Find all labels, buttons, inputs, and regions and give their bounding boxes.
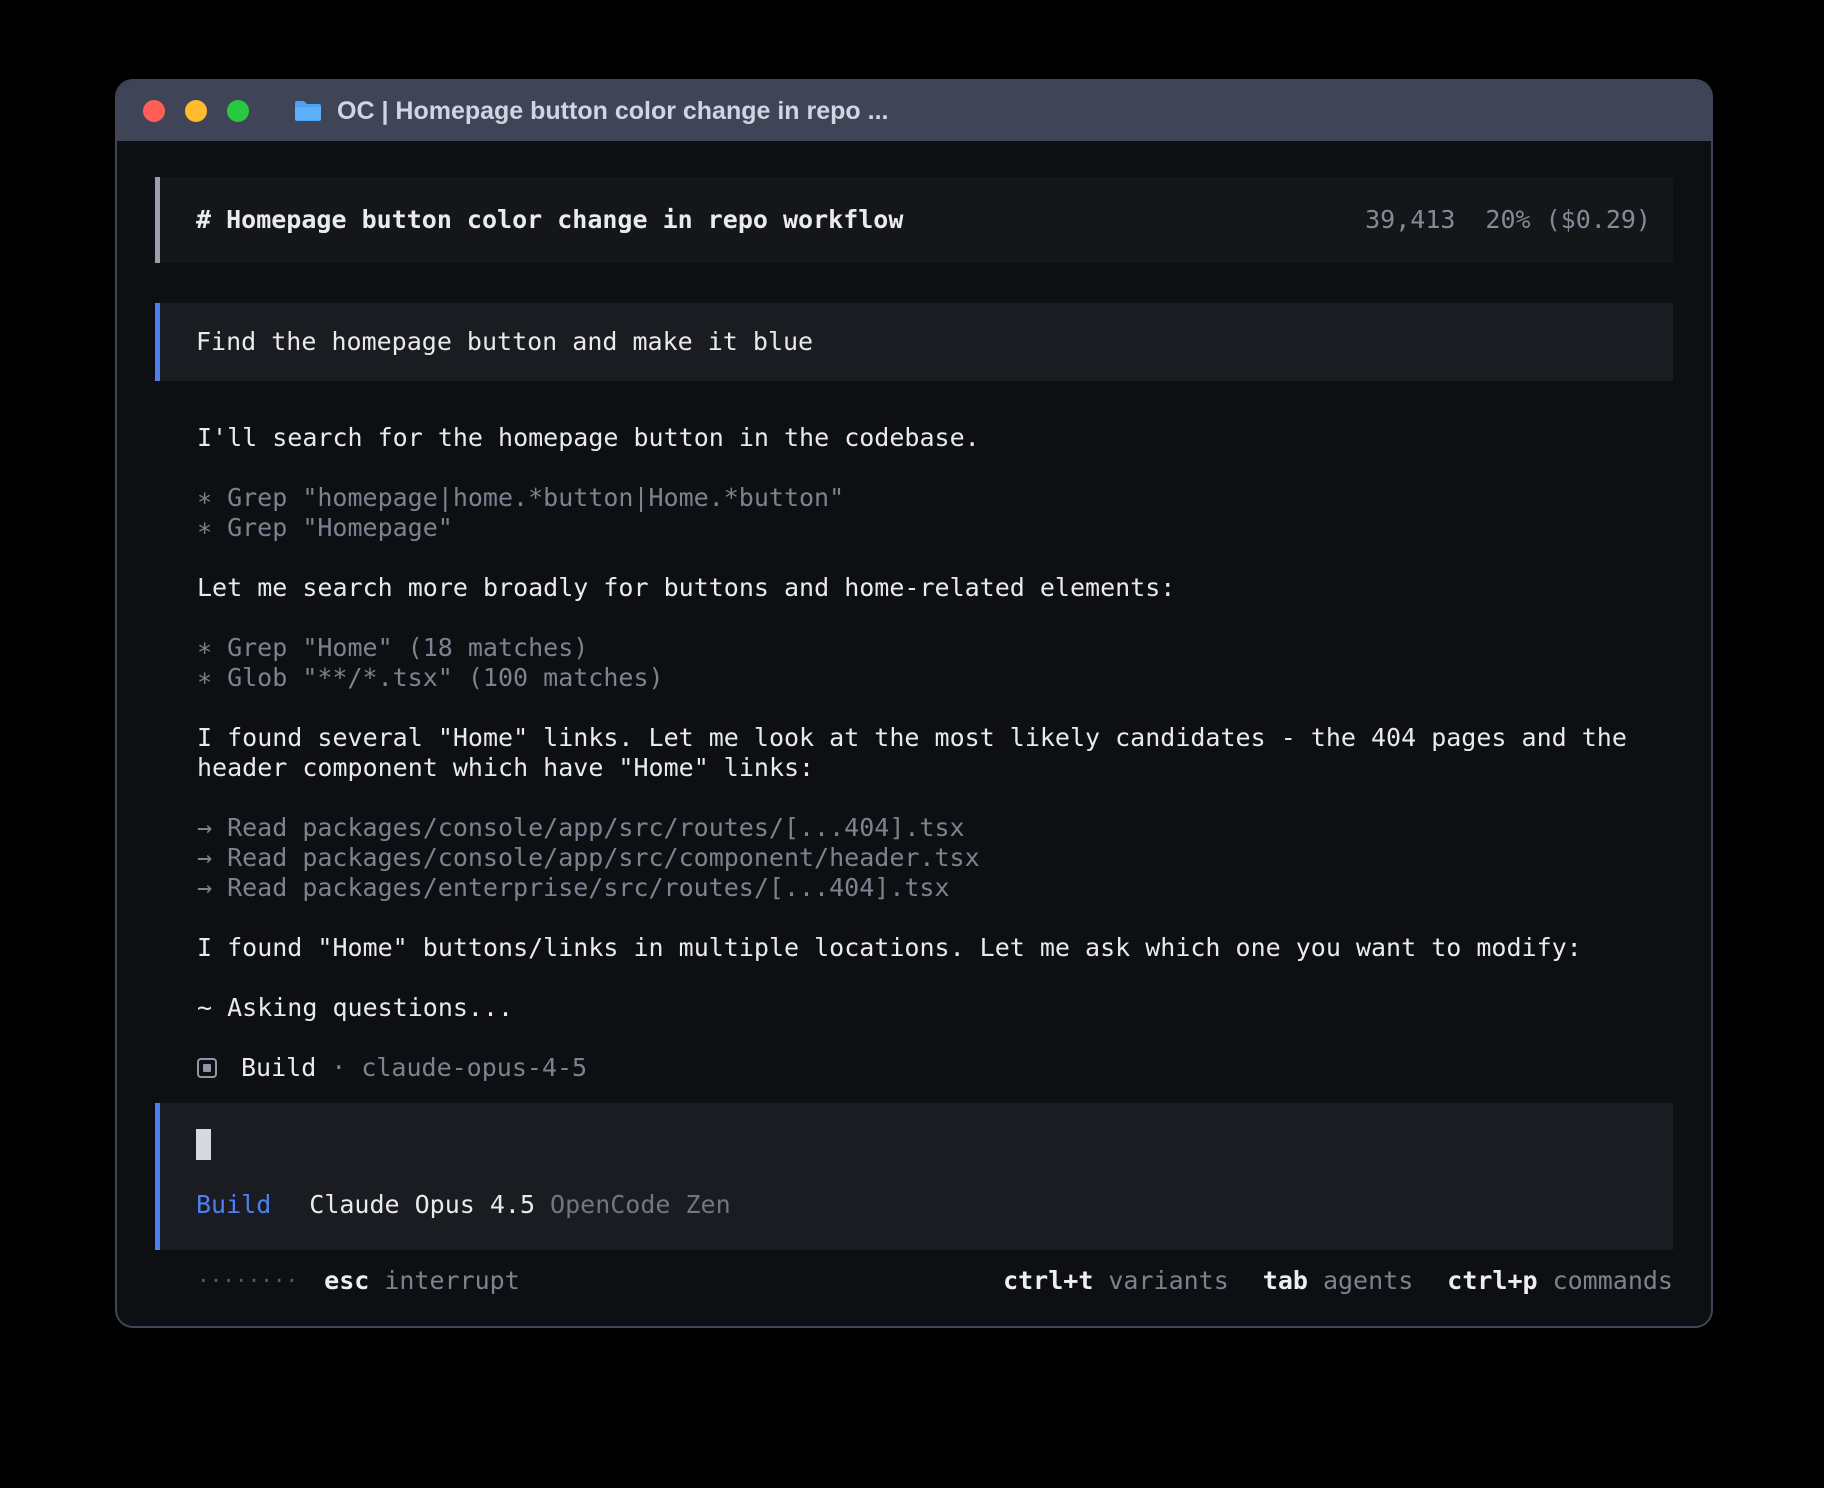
assistant-text: I found several "Home" links. Let me loo… bbox=[197, 723, 1673, 783]
model-provider: OpenCode Zen bbox=[550, 1190, 731, 1220]
titlebar: OC | Homepage button color change in rep… bbox=[117, 81, 1711, 141]
shortcut-key: ctrl+t bbox=[1003, 1266, 1093, 1295]
model-name: Claude Opus 4.5 bbox=[309, 1190, 535, 1220]
input-status-line: Build Claude Opus 4.5 OpenCode Zen bbox=[196, 1190, 1637, 1220]
tool-call-text: Grep "homepage|home.*button|Home.*button… bbox=[227, 483, 844, 512]
zoom-button[interactable] bbox=[227, 100, 249, 122]
desktop-background: OC | Homepage button color change in rep… bbox=[0, 0, 1824, 1488]
read-arrow-icon: → bbox=[197, 873, 212, 902]
close-button[interactable] bbox=[143, 100, 165, 122]
shortcut-commands: ctrl+p commands bbox=[1447, 1266, 1673, 1296]
status-bar-left: ········ esc interrupt bbox=[197, 1266, 520, 1296]
terminal-window: OC | Homepage button color change in rep… bbox=[115, 79, 1713, 1328]
tool-call: ∗ Grep "Homepage" bbox=[197, 513, 1673, 543]
prompt-input[interactable]: Build Claude Opus 4.5 OpenCode Zen bbox=[155, 1103, 1673, 1250]
shortcut-key: ctrl+p bbox=[1447, 1266, 1537, 1295]
window-title: OC | Homepage button color change in rep… bbox=[337, 97, 888, 126]
shortcut-label: variants bbox=[1108, 1266, 1228, 1295]
agent-icon bbox=[197, 1058, 217, 1078]
status-text: ~ Asking questions... bbox=[197, 993, 1673, 1023]
tool-call: ∗ Grep "homepage|home.*button|Home.*butto… bbox=[197, 483, 1673, 513]
conversation: I'll search for the homepage button in t… bbox=[197, 423, 1673, 1083]
shortcut-variants: ctrl+t variants bbox=[1003, 1266, 1229, 1296]
context-usage: 20% ($0.29) bbox=[1485, 205, 1651, 235]
folder-icon bbox=[293, 99, 323, 123]
read-arrow-icon: → bbox=[197, 813, 212, 842]
shortcut-label: agents bbox=[1323, 1266, 1413, 1295]
shortcut-key: tab bbox=[1263, 1266, 1308, 1295]
tool-bullet-icon: ∗ bbox=[197, 663, 212, 692]
assistant-text: Let me search more broadly for buttons a… bbox=[197, 573, 1673, 603]
shortcut-label: commands bbox=[1553, 1266, 1673, 1295]
read-arrow-icon: → bbox=[197, 843, 212, 872]
tool-bullet-icon: ∗ bbox=[197, 483, 212, 512]
text-cursor bbox=[196, 1129, 211, 1160]
separator-dot: · bbox=[331, 1053, 346, 1083]
window-title-group: OC | Homepage button color change in rep… bbox=[293, 97, 888, 126]
traffic-lights bbox=[143, 100, 249, 122]
read-call: → Read packages/enterprise/src/routes/[..… bbox=[197, 873, 1673, 903]
agent-name: Build bbox=[241, 1053, 316, 1083]
tool-call-text: Grep "Home" (18 matches) bbox=[227, 633, 588, 662]
session-title: # Homepage button color change in repo w… bbox=[196, 205, 903, 235]
user-message-text: Find the homepage button and make it blu… bbox=[196, 327, 813, 356]
minimize-button[interactable] bbox=[185, 100, 207, 122]
shortcut-key: esc bbox=[324, 1266, 369, 1295]
read-call: → Read packages/console/app/src/routes/[.… bbox=[197, 813, 1673, 843]
read-call-text: Read packages/enterprise/src/routes/[...… bbox=[227, 873, 949, 902]
read-call-text: Read packages/console/app/src/routes/[..… bbox=[227, 813, 965, 842]
assistant-text: I found "Home" buttons/links in multiple… bbox=[197, 933, 1673, 963]
read-call: → Read packages/console/app/src/component… bbox=[197, 843, 1673, 873]
assistant-text: I'll search for the homepage button in t… bbox=[197, 423, 1673, 453]
session-stats: 39,413 20% ($0.29) bbox=[1365, 205, 1651, 235]
tool-call-text: Grep "Homepage" bbox=[227, 513, 453, 542]
status-bar-right: ctrl+t variants tab agents ctrl+p commands bbox=[1003, 1266, 1673, 1296]
user-message: Find the homepage button and make it blu… bbox=[155, 303, 1673, 381]
tool-call-group: ∗ Grep "homepage|home.*button|Home.*butto… bbox=[197, 483, 1673, 543]
read-call-text: Read packages/console/app/src/component/… bbox=[227, 843, 980, 872]
working-indicator-dots: ········ bbox=[197, 1266, 298, 1296]
shortcut-agents: tab agents bbox=[1263, 1266, 1413, 1296]
shortcut-label: interrupt bbox=[384, 1266, 519, 1295]
terminal-content: # Homepage button color change in repo w… bbox=[117, 141, 1711, 1326]
read-group: → Read packages/console/app/src/routes/[.… bbox=[197, 813, 1673, 903]
token-count: 39,413 bbox=[1365, 205, 1455, 235]
tool-call: ∗ Glob "**/*.tsx" (100 matches) bbox=[197, 663, 1673, 693]
tool-call-text: Glob "**/*.tsx" (100 matches) bbox=[227, 663, 664, 692]
status-bar: ········ esc interrupt ctrl+t variants tab… bbox=[197, 1266, 1673, 1296]
session-header: # Homepage button color change in repo w… bbox=[155, 177, 1673, 263]
agent-model: claude-opus-4-5 bbox=[361, 1053, 587, 1083]
tool-call: ∗ Grep "Home" (18 matches) bbox=[197, 633, 1673, 663]
tool-bullet-icon: ∗ bbox=[197, 633, 212, 662]
tool-call-group: ∗ Grep "Home" (18 matches) ∗ Glob "**/*.ts… bbox=[197, 633, 1673, 693]
shortcut-interrupt: esc interrupt bbox=[324, 1266, 520, 1296]
agent-status-line: Build · claude-opus-4-5 bbox=[197, 1053, 1673, 1083]
tool-bullet-icon: ∗ bbox=[197, 513, 212, 542]
agent-mode-label[interactable]: Build bbox=[196, 1190, 271, 1220]
